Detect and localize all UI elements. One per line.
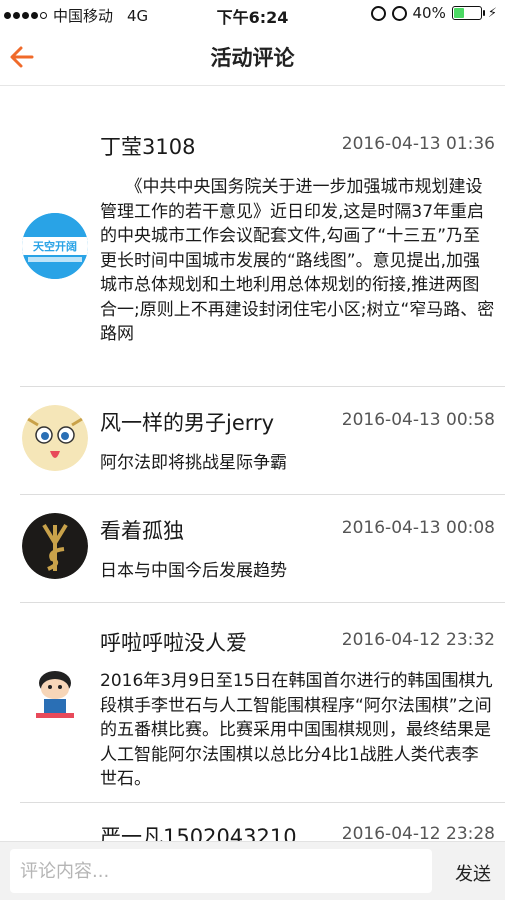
comment-content: 日本与中国今后发展趋势 [100,561,287,581]
comment-username[interactable]: 呼啦呼啦没人爱 [100,627,247,657]
comment-item: 风一样的男子jerry 2016-04-13 00:58 阿尔法即将挑战星际争霸 [20,387,505,495]
battery-fill [453,8,465,18]
battery-icon [451,6,485,20]
avatar [22,661,88,727]
alarm-icon [391,5,407,21]
nav-bar: 活动评论 [0,28,505,86]
comment-input-bar: 发送 [0,841,505,900]
comment-time: 2016-04-13 00:08 [341,518,495,538]
page-title: 活动评论 [210,46,295,70]
avatar [22,513,88,579]
rotation-lock-icon [370,5,386,21]
comment-list[interactable]: 天空开阔 丁莹3108 2016-04-13 01:36 《中共中央国务院关于进… [0,87,505,841]
comment-username[interactable]: 丁莹3108 [100,131,195,161]
comment-item: 呼啦呼啦没人爱 2016-04-12 23:32 2016年3月9日至15日在韩… [20,603,505,803]
avatar [22,405,88,471]
comment-time: 2016-04-13 01:36 [341,134,495,154]
charging-icon: ⚡ [487,5,497,21]
status-right: 40% ⚡ [370,4,497,22]
comment-input[interactable] [10,849,432,893]
comment-time: 2016-04-13 00:58 [341,410,495,430]
comment-item: 看着孤独 2016-04-13 00:08 日本与中国今后发展趋势 [20,495,505,603]
comment-item: 严一凡1502043210 2016-04-12 23:28 [20,803,505,841]
battery-percent: 40% [412,4,446,22]
comment-username[interactable]: 严一凡1502043210 [100,821,297,841]
comment-content: 2016年3月9日至15日在韩国首尔进行的韩国围棋九段棋手李世石与人工智能围棋程… [100,671,493,789]
send-button[interactable]: 发送 [455,860,491,886]
comment-content: 阿尔法即将挑战星际争霸 [100,453,287,473]
comment-item: 天空开阔 丁莹3108 2016-04-13 01:36 《中共中央国务院关于进… [20,87,505,387]
comment-username[interactable]: 看着孤独 [100,515,184,545]
status-bar: 中国移动 4G 下午6:24 40% ⚡ [0,0,505,28]
comment-content: 《中共中央国务院关于进一步加强城市规划建设管理工作的若干意见》近日印发,这是时隔… [100,177,495,344]
comment-time: 2016-04-12 23:28 [341,824,495,841]
comment-username[interactable]: 风一样的男子jerry [100,407,274,437]
avatar: 天空开阔 [22,213,88,279]
comment-time: 2016-04-12 23:32 [341,630,495,650]
avatar-text: 天空开阔 [33,239,77,253]
